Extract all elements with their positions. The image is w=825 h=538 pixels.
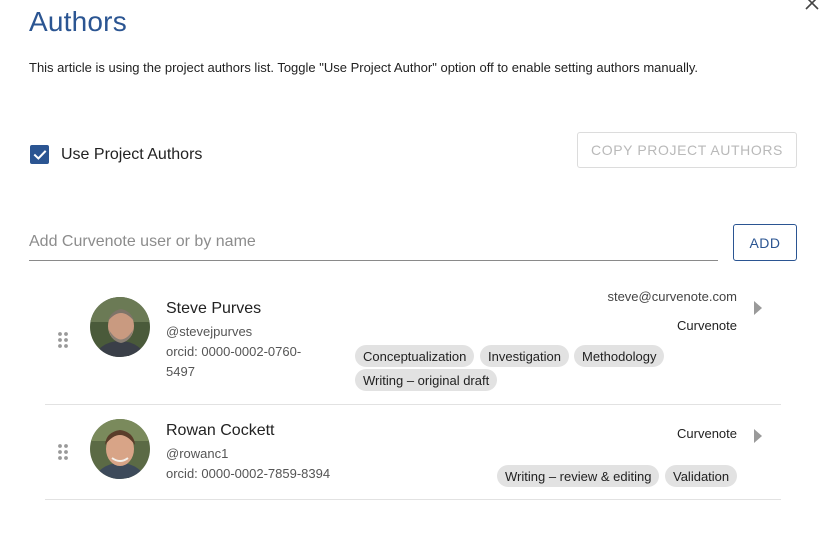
author-affiliation: Curvenote (677, 318, 737, 333)
author-affiliation: Curvenote (677, 426, 737, 441)
add-author-input[interactable] (29, 222, 718, 260)
author-name: Rowan Cockett (166, 422, 275, 439)
dialog-description: This article is using the project author… (29, 60, 698, 75)
add-author-field[interactable] (29, 222, 718, 261)
author-handle: @rowanc1 (166, 446, 229, 461)
role-tag: Investigation (480, 345, 569, 367)
add-author-button[interactable]: ADD (733, 224, 797, 261)
author-orcid: orcid: 0000-0002-7859-8394 (166, 466, 331, 481)
role-tag: Validation (665, 465, 738, 487)
copy-project-authors-button[interactable]: COPY PROJECT AUTHORS (577, 132, 797, 168)
drag-handle-icon[interactable] (57, 443, 69, 461)
author-orcid: orcid: 0000-0002-0760-5497 (166, 344, 302, 379)
author-row[interactable]: Rowan Cockett @rowanc1 orcid: 0000-0002-… (45, 405, 781, 500)
author-email: steve@curvenote.com (607, 289, 737, 304)
close-icon (805, 0, 819, 10)
drag-handle-icon[interactable] (57, 331, 69, 349)
checkmark-icon (33, 149, 46, 160)
author-row[interactable]: Steve Purves @stevejpurves orcid: 0000-0… (45, 283, 781, 405)
role-tag: Writing – review & editing (497, 465, 660, 487)
use-project-authors-toggle[interactable]: Use Project Authors (30, 145, 202, 164)
chevron-right-icon[interactable] (753, 429, 763, 443)
use-project-authors-checkbox[interactable] (30, 145, 49, 164)
role-tag: Methodology (574, 345, 665, 367)
dialog-title: Authors (29, 6, 127, 37)
author-name: Steve Purves (166, 300, 262, 317)
author-handle: @stevejpurves (166, 324, 253, 339)
close-button[interactable] (803, 0, 821, 12)
role-tag: Writing – original draft (355, 369, 498, 391)
avatar (90, 419, 150, 479)
role-tag: Conceptualization (355, 345, 475, 367)
use-project-authors-label: Use Project Authors (61, 145, 203, 163)
avatar (90, 297, 150, 357)
chevron-right-icon[interactable] (753, 301, 763, 315)
